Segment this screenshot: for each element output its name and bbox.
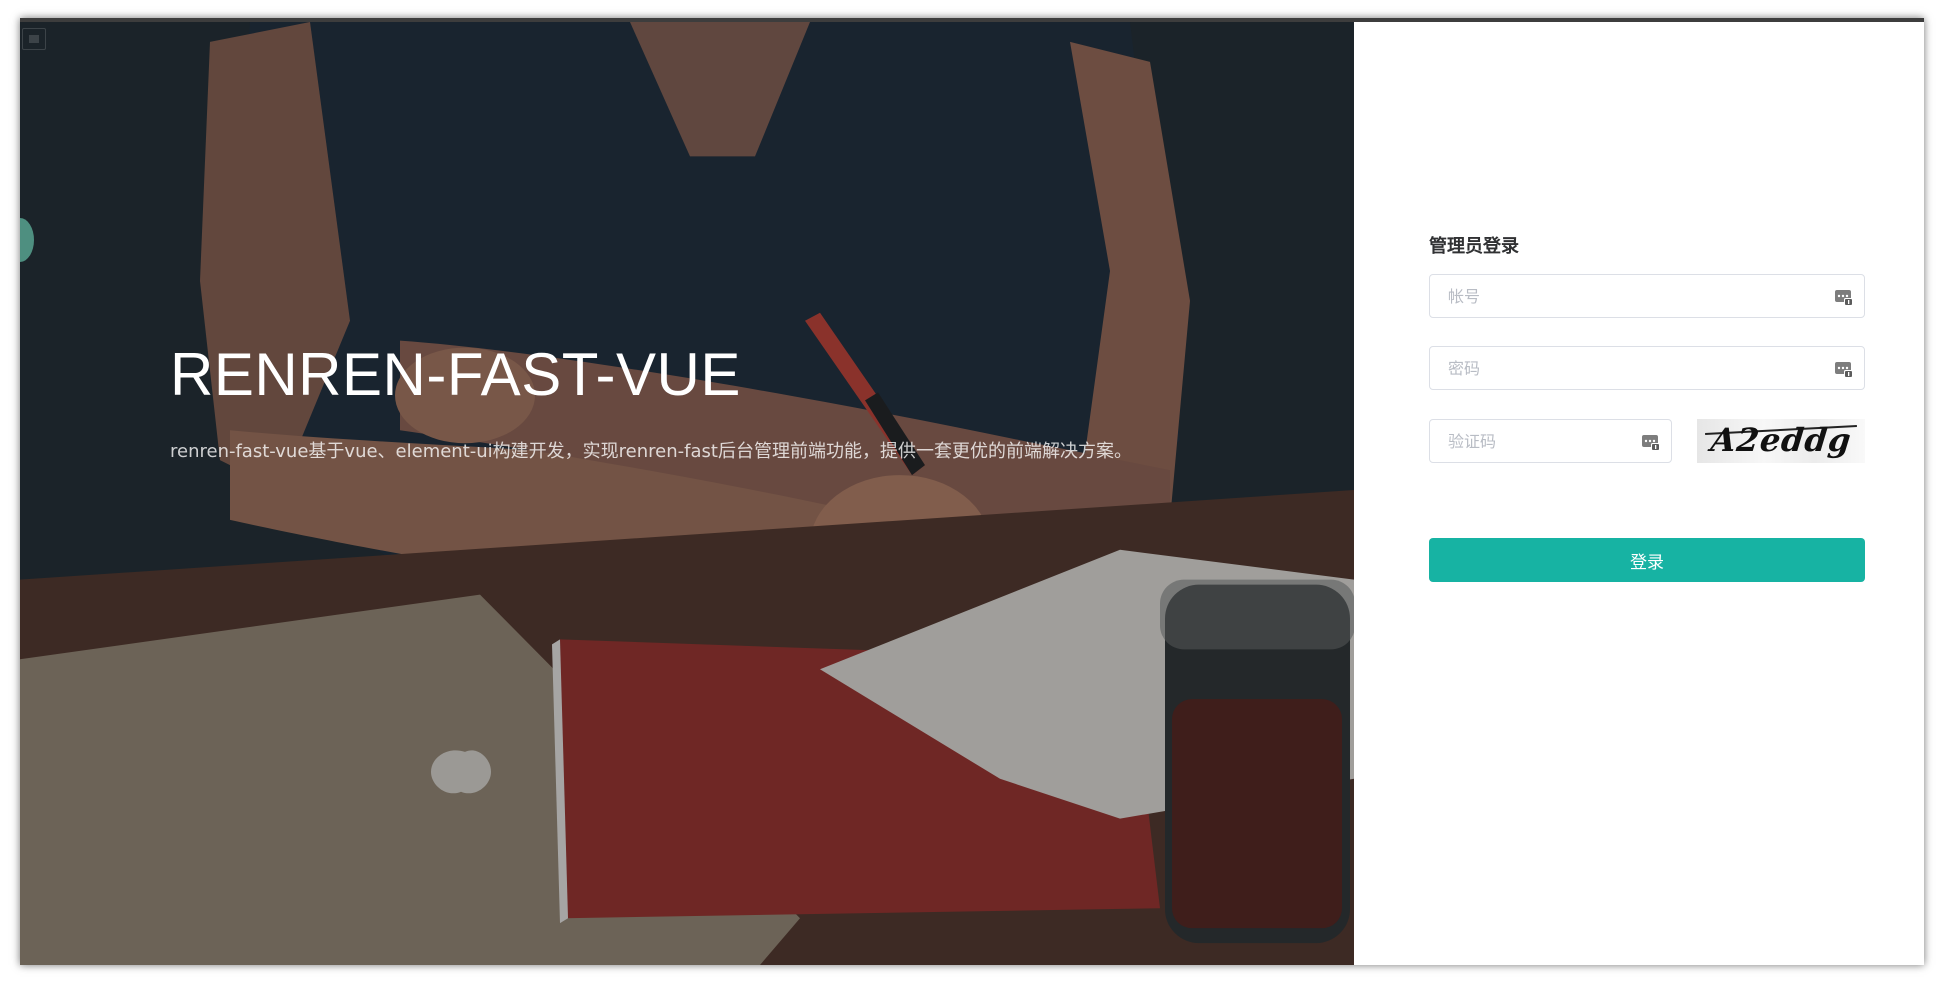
key-icon [1642, 435, 1660, 451]
captcha-input[interactable] [1430, 420, 1671, 462]
hero-overlay [20, 22, 1354, 965]
password-field [1429, 346, 1865, 390]
browser-window: RENREN-FAST-VUE renren-fast-vue基于vue、ele… [20, 18, 1924, 965]
brand-description: renren-fast-vue基于vue、element-ui构建开发，实现re… [170, 441, 1132, 462]
account-field [1429, 274, 1865, 318]
brand-title: RENREN-FAST-VUE [170, 341, 741, 408]
captcha-text: A2eddg [1709, 421, 1854, 459]
password-input[interactable] [1430, 347, 1864, 389]
captcha-image[interactable]: A2eddg [1697, 419, 1865, 463]
account-input[interactable] [1430, 275, 1864, 317]
login-title: 管理员登录 [1429, 236, 1519, 257]
captcha-field [1429, 419, 1672, 463]
key-icon [1835, 362, 1853, 378]
key-icon [1835, 290, 1853, 306]
corner-widget-icon [22, 28, 46, 50]
hero-panel: RENREN-FAST-VUE renren-fast-vue基于vue、ele… [20, 22, 1354, 965]
login-panel: 管理员登录 帐号 验证码 A2eddg 登录 [1354, 22, 1924, 965]
login-button[interactable]: 登录 [1429, 538, 1865, 582]
